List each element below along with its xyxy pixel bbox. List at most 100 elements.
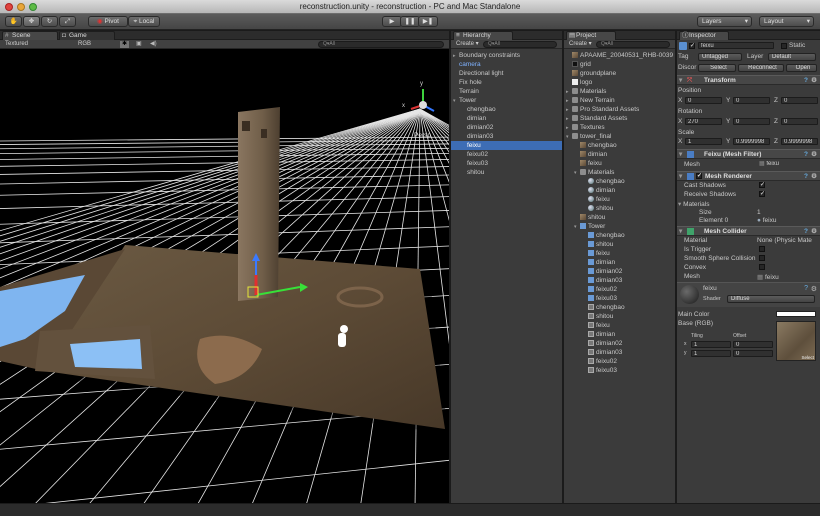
collider-material-value[interactable]: None (Physic Mate <box>757 237 817 244</box>
prefab-select-button[interactable]: Select <box>698 64 736 72</box>
hierarchy-item[interactable]: shitou <box>451 168 562 177</box>
tag-dropdown[interactable]: Untagged <box>698 53 742 61</box>
shading-mode-dropdown[interactable]: Textured <box>5 40 28 49</box>
main-color-swatch[interactable] <box>776 311 816 317</box>
collider-mesh-field[interactable]: ▦ feixu <box>757 273 779 281</box>
tab-game[interactable]: ◘ Game <box>59 31 115 40</box>
help-icon[interactable]: ? <box>804 172 808 181</box>
project-item[interactable]: feixu <box>564 159 675 168</box>
move-tool-button[interactable]: ✥ <box>23 16 40 27</box>
mesh-filter-mesh-field[interactable]: ▦ feixu <box>757 161 813 168</box>
hierarchy-search-input[interactable]: Q▾All <box>483 41 557 48</box>
project-item[interactable]: chengbao <box>564 177 675 186</box>
hierarchy-item[interactable]: dimian02 <box>451 123 562 132</box>
mesh-renderer-header[interactable]: ▾ ✓ Mesh Renderer ? ⚙ <box>677 171 820 181</box>
layers-dropdown[interactable]: Layers ▾ <box>697 16 752 27</box>
smooth-sphere-checkbox[interactable] <box>759 255 765 261</box>
position-z-field[interactable]: 0 <box>781 97 818 104</box>
pivot-toggle-button[interactable]: ◉ Pivot <box>88 16 128 27</box>
hand-tool-button[interactable]: ✋ <box>5 16 22 27</box>
hierarchy-item[interactable]: chengbao <box>451 105 562 114</box>
tab-hierarchy[interactable]: ≡ Hierarchy <box>453 31 513 40</box>
project-item[interactable]: ▸ Textures <box>564 123 675 132</box>
project-search-input[interactable]: Q▾All <box>596 41 670 48</box>
help-icon[interactable]: ? <box>804 285 808 292</box>
material-header[interactable]: feixu Shader Diffuse ? ⚙ <box>677 282 820 307</box>
minimize-window-icon[interactable] <box>17 3 25 11</box>
help-icon[interactable]: ? <box>804 150 808 159</box>
project-item[interactable]: dimian <box>564 150 675 159</box>
convex-checkbox[interactable] <box>759 264 765 270</box>
hierarchy-item[interactable]: ▾ Tower <box>451 96 562 105</box>
gear-icon[interactable]: ⚙ <box>811 285 817 293</box>
project-item[interactable]: dimian <box>564 258 675 267</box>
rotation-y-field[interactable]: 0 <box>733 118 770 125</box>
project-item[interactable]: dimian03 <box>564 276 675 285</box>
materials-size-value[interactable]: 1 <box>757 209 761 216</box>
hierarchy-item[interactable]: ▸ Boundary constraints <box>451 51 562 60</box>
project-item[interactable]: ▾ tower_final <box>564 132 675 141</box>
project-item[interactable]: feixu <box>564 195 675 204</box>
project-item[interactable]: chengbao <box>564 231 675 240</box>
scale-tool-button[interactable]: ⤢ <box>59 16 76 27</box>
position-x-field[interactable]: 0 <box>685 97 722 104</box>
texture-select-button[interactable]: Select <box>801 355 814 360</box>
project-item[interactable]: grid <box>564 60 675 69</box>
mesh-collider-header[interactable]: ▾ Mesh Collider ? ⚙ <box>677 226 820 236</box>
zoom-window-icon[interactable] <box>29 3 37 11</box>
prefab-reconnect-button[interactable]: Reconnect <box>738 64 784 72</box>
rotation-x-field[interactable]: 270 <box>685 118 722 125</box>
play-button[interactable]: ▶ <box>382 16 402 27</box>
object-name-field[interactable]: feixu <box>698 42 774 49</box>
static-checkbox[interactable] <box>781 43 787 49</box>
gear-icon[interactable]: ⚙ <box>811 150 817 159</box>
shader-dropdown[interactable]: Diffuse <box>727 295 815 303</box>
gear-icon[interactable]: ⚙ <box>811 76 817 85</box>
base-texture-thumbnail[interactable]: Select <box>776 321 816 361</box>
mesh-renderer-enabled-checkbox[interactable]: ✓ <box>696 173 702 179</box>
local-toggle-button[interactable]: ⌖ Local <box>128 16 160 27</box>
pause-button[interactable]: ❚❚ <box>400 16 420 27</box>
project-item[interactable]: ▸ Standard Assets <box>564 114 675 123</box>
project-item[interactable]: ▸ Pro Standard Assets <box>564 105 675 114</box>
hierarchy-item[interactable]: feixu <box>451 141 562 150</box>
hierarchy-item[interactable]: Directional light <box>451 69 562 78</box>
audio-toggle-icon[interactable]: ◀) <box>150 40 157 49</box>
is-trigger-checkbox[interactable] <box>759 246 765 252</box>
project-item[interactable]: shitou <box>564 213 675 222</box>
project-item[interactable]: feixu <box>564 321 675 330</box>
hierarchy-item[interactable]: Terrain <box>451 87 562 96</box>
tab-scene[interactable]: # Scene <box>2 31 58 40</box>
project-item[interactable]: dimian02 <box>564 267 675 276</box>
cast-shadows-checkbox[interactable]: ✓ <box>759 182 765 188</box>
project-create-button[interactable]: Create ▾ <box>569 40 592 49</box>
hierarchy-item[interactable]: Fix hole <box>451 78 562 87</box>
help-icon[interactable]: ? <box>804 227 808 236</box>
project-item[interactable]: ▾ Materials <box>564 168 675 177</box>
mesh-filter-header[interactable]: ▾ Feixu (Mesh Filter) ? ⚙ <box>677 149 820 159</box>
project-item[interactable]: ▸ New Terrain <box>564 96 675 105</box>
rotate-tool-button[interactable]: ↻ <box>41 16 58 27</box>
position-y-field[interactable]: 0 <box>733 97 770 104</box>
element0-field[interactable]: ● feixu <box>757 217 776 224</box>
scene-search-input[interactable]: Q▾All <box>318 41 444 48</box>
scene-viewport[interactable]: y x z Persp <box>0 49 449 503</box>
receive-shadows-checkbox[interactable]: ✓ <box>759 191 765 197</box>
hierarchy-item[interactable]: dimian03 <box>451 132 562 141</box>
project-item[interactable]: dimian <box>564 330 675 339</box>
project-item[interactable]: shitou <box>564 204 675 213</box>
layer-dropdown[interactable]: Default <box>768 53 816 61</box>
rotation-z-field[interactable]: 0 <box>781 118 818 125</box>
prefab-open-button[interactable]: Open <box>786 64 817 72</box>
project-item[interactable]: groundplane <box>564 69 675 78</box>
materials-foldout[interactable]: ▾ Materials <box>678 200 709 208</box>
hierarchy-item[interactable]: feixu02 <box>451 150 562 159</box>
scale-y-field[interactable]: 0.9999998 <box>733 138 770 145</box>
scale-z-field[interactable]: 0.9999998 <box>781 138 818 145</box>
hierarchy-item[interactable]: feixu03 <box>451 159 562 168</box>
project-item[interactable]: ▾ Tower <box>564 222 675 231</box>
layout-dropdown[interactable]: Layout ▾ <box>759 16 814 27</box>
project-item[interactable]: feixu02 <box>564 357 675 366</box>
project-item[interactable]: ▸ Materials <box>564 87 675 96</box>
hierarchy-item[interactable]: dimian <box>451 114 562 123</box>
